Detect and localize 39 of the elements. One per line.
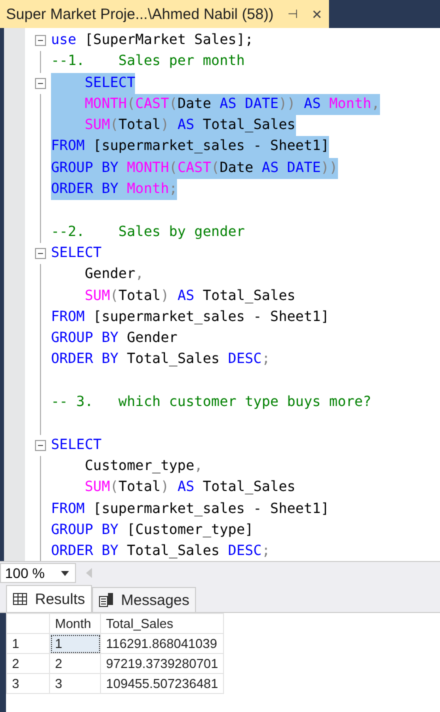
document-tab[interactable]: Super Market Proje...\Ahmed Nabil (58)) ⊣ ✕ xyxy=(0,0,329,28)
code-line: ORDER BY Total_Sales DESC; xyxy=(51,542,270,561)
row-number: 3 xyxy=(6,674,50,694)
grid-icon xyxy=(13,593,27,605)
code-line: FROM [supermarket_sales - Sheet1] xyxy=(51,308,330,327)
close-icon[interactable]: ✕ xyxy=(312,6,323,22)
table-cell: 116291.868041039 xyxy=(100,634,224,654)
code-line: SELECT xyxy=(51,436,102,455)
code-line: SELECT xyxy=(51,244,102,263)
code-line: --1. Sales per month xyxy=(51,52,245,72)
row-number: 2 xyxy=(6,654,50,674)
code-line: GROUP BY Gender xyxy=(51,329,178,348)
code-line: GROUP BY [Customer_type] xyxy=(51,520,254,540)
results-tab[interactable]: Results xyxy=(6,585,92,612)
collapse-icon[interactable] xyxy=(35,248,46,259)
collapse-icon[interactable] xyxy=(35,440,46,451)
code-line: ORDER BY Total_Sales DESC; xyxy=(51,350,270,370)
table-cell: 1 xyxy=(50,634,100,654)
code-line: FROM [supermarket_sales - Sheet1] xyxy=(51,500,330,519)
pin-icon[interactable]: ⊣ xyxy=(288,7,298,21)
code-line: SUM(Total) AS Total_Sales xyxy=(84,286,296,306)
results-tab[interactable]: Messages xyxy=(92,587,196,612)
collapse-icon[interactable] xyxy=(35,35,46,46)
code-line: SUM(Total) AS Total_Sales xyxy=(84,478,296,498)
collapse-icon[interactable] xyxy=(35,78,46,89)
code-line: Customer_type, xyxy=(84,456,203,476)
tab-title: Super Market Proje...\Ahmed Nabil (58)) xyxy=(6,6,274,22)
table-cell: 3 xyxy=(50,674,100,694)
zoom-dropdown[interactable]: 100 % xyxy=(0,563,76,583)
column-header[interactable]: Total_Sales xyxy=(100,614,224,634)
code-line: use [SuperMarket Sales]; xyxy=(51,31,254,50)
code-line: -- 3. which customer type buys more? xyxy=(51,393,372,412)
table-cell: 109455.507236481 xyxy=(100,674,224,694)
caret-icon xyxy=(61,570,69,576)
table-cell: 97219.3739280701 xyxy=(100,654,224,674)
code-line: Gender, xyxy=(84,265,144,284)
code-line: --2. Sales by gender xyxy=(51,222,245,242)
messages-icon xyxy=(99,593,114,607)
table-cell: 2 xyxy=(50,654,100,674)
